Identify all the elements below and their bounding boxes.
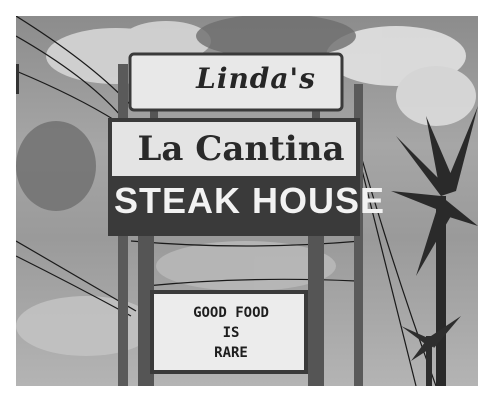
marquee-line-1: GOOD FOOD xyxy=(193,305,269,321)
main-sign-upper-text: La Cantina xyxy=(137,129,345,169)
photograph: Linda's La Cantina STEAK HOUSE GOOD FOOD… xyxy=(16,16,478,386)
pole-edge xyxy=(16,64,19,94)
main-sign-lower-text: STEAK HOUSE xyxy=(114,180,386,221)
top-sign-text: Linda's xyxy=(196,62,316,95)
palm-tree-small xyxy=(401,316,461,386)
sign-post-right xyxy=(308,232,324,386)
marquee-line-3: RARE xyxy=(214,345,248,361)
marquee-line-2: IS xyxy=(222,325,240,341)
photo-frame: Linda's La Cantina STEAK HOUSE GOOD FOOD… xyxy=(0,0,502,409)
